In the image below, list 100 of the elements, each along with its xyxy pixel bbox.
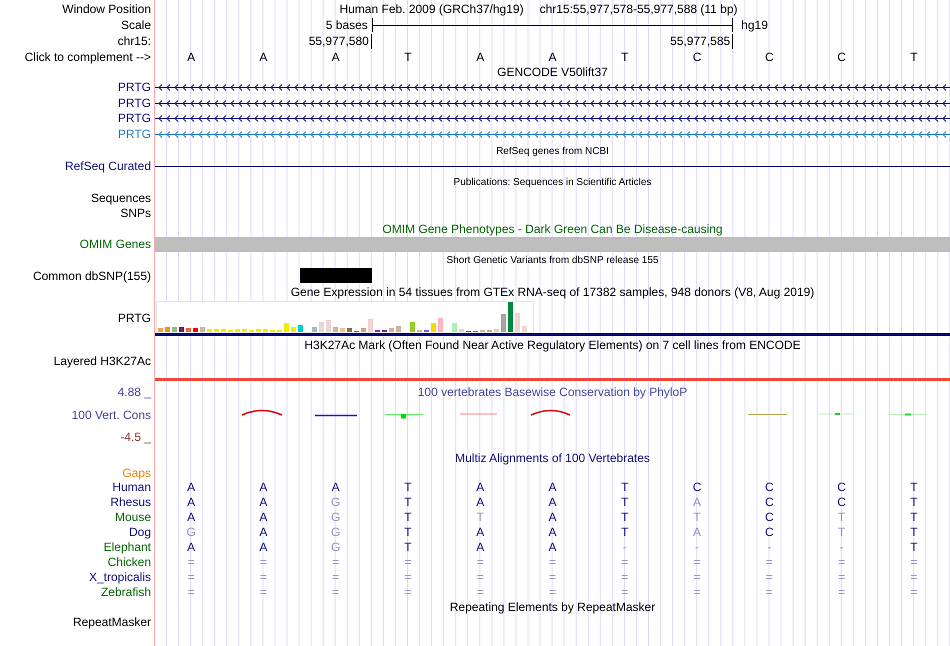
base-letter: - xyxy=(622,540,627,555)
expression-bar[interactable] xyxy=(431,323,436,332)
track-title: H3K27Ac Mark (Often Found Near Active Regulatory Elements) on 7 cell lines from ENCODE xyxy=(304,338,801,352)
expression-bar[interactable] xyxy=(326,320,331,332)
base-letter: C xyxy=(764,495,774,510)
expression-bar[interactable] xyxy=(508,302,513,332)
row-label: Scale xyxy=(120,18,151,32)
base-letter: = xyxy=(621,570,628,585)
track-label[interactable]: Dog xyxy=(128,525,151,540)
expression-bar[interactable] xyxy=(179,327,184,332)
base-letter: = xyxy=(694,585,701,600)
base-letter: = xyxy=(332,585,340,600)
expression-bar[interactable] xyxy=(389,328,394,332)
track-label[interactable]: SNPs xyxy=(120,206,151,221)
base-letter: = xyxy=(910,570,918,585)
expression-bar[interactable] xyxy=(207,329,212,332)
expression-bar[interactable] xyxy=(284,323,289,332)
track-label[interactable]: OMIM Genes xyxy=(80,237,151,252)
expression-bar[interactable] xyxy=(298,325,303,332)
expression-bar[interactable] xyxy=(501,314,506,332)
track-label[interactable]: RepeatMasker xyxy=(72,615,151,630)
base-letter: = xyxy=(910,585,918,600)
base-letter: T xyxy=(621,495,628,510)
track-label[interactable]: X_tropicalis xyxy=(88,570,151,585)
expression-bar[interactable] xyxy=(312,327,317,332)
expression-bar[interactable] xyxy=(242,329,247,332)
base-letter: T xyxy=(910,525,918,540)
base-letter: T xyxy=(693,510,701,525)
expression-bar[interactable] xyxy=(522,326,527,332)
expression-bar[interactable] xyxy=(340,328,345,332)
track-label[interactable]: Rhesus xyxy=(110,495,151,510)
track-label[interactable]: Common dbSNP(155) xyxy=(32,268,151,284)
track-label[interactable]: Mouse xyxy=(114,510,151,525)
gene-line[interactable] xyxy=(155,114,950,124)
track-label[interactable]: Zebrafish xyxy=(100,585,151,600)
track-label[interactable]: Sequences xyxy=(90,191,151,206)
expression-bar[interactable] xyxy=(368,319,373,332)
feature-bar[interactable] xyxy=(155,237,950,252)
expression-bar[interactable] xyxy=(494,329,499,332)
base-letter: G xyxy=(331,525,340,540)
base-letter: C xyxy=(692,480,702,495)
expression-bar[interactable] xyxy=(186,328,191,332)
track-label[interactable]: PRTG xyxy=(118,311,151,326)
track-label[interactable]: Elephant xyxy=(104,540,151,555)
base-letter[interactable]: A xyxy=(476,50,484,65)
base-letter[interactable]: A xyxy=(259,50,268,65)
base-letter[interactable]: A xyxy=(548,50,556,65)
gene-line[interactable] xyxy=(155,83,950,92)
base-letter: G xyxy=(331,510,340,525)
base-letter: A xyxy=(259,495,268,510)
expression-bar[interactable] xyxy=(361,328,366,332)
expression-bar[interactable] xyxy=(193,328,198,332)
base-letter[interactable]: T xyxy=(910,50,918,65)
track-label[interactable]: PRTG xyxy=(118,80,151,96)
expression-bar[interactable] xyxy=(263,329,268,332)
expression-bar[interactable] xyxy=(235,329,240,332)
base-letter[interactable]: C xyxy=(837,50,846,65)
expression-bar[interactable] xyxy=(158,328,163,332)
base-letter: C xyxy=(837,480,846,495)
base-letter: = xyxy=(910,555,918,570)
expression-bar[interactable] xyxy=(214,329,219,332)
track-label[interactable]: 100 Vert. Cons xyxy=(72,408,151,422)
coordinate-label: 55,977,585 xyxy=(670,34,730,49)
scale-span-label: 5 bases xyxy=(326,18,368,32)
expression-bar[interactable] xyxy=(333,327,338,332)
expression-bar[interactable] xyxy=(396,326,401,332)
track-label[interactable]: PRTG xyxy=(118,111,151,126)
base-letter: T xyxy=(621,525,628,540)
expression-bar[interactable] xyxy=(256,329,261,332)
expression-bar[interactable] xyxy=(410,322,415,332)
base-letter[interactable]: T xyxy=(404,50,412,65)
track-title: Multiz Alignments of 100 Vertebrates xyxy=(455,451,650,466)
expression-bar[interactable] xyxy=(165,327,170,332)
expression-bar[interactable] xyxy=(291,327,296,332)
base-letter: A xyxy=(259,525,268,540)
track-label[interactable]: PRTG xyxy=(118,126,151,142)
track-label[interactable]: Layered H3K27Ac xyxy=(54,354,151,369)
gene-line[interactable] xyxy=(155,98,950,108)
expression-bar[interactable] xyxy=(438,318,443,332)
track-label[interactable]: PRTG xyxy=(118,96,151,111)
expression-bar[interactable] xyxy=(459,329,464,332)
expression-bar[interactable] xyxy=(515,313,520,332)
base-letter: = xyxy=(838,555,846,570)
expression-bar[interactable] xyxy=(172,327,177,332)
axis-min-label: -4.5 _ xyxy=(120,430,151,445)
base-letter: = xyxy=(476,555,484,570)
base-letter[interactable]: C xyxy=(692,50,702,65)
variant-block[interactable] xyxy=(300,268,372,283)
expression-bar[interactable] xyxy=(221,329,226,332)
track-label[interactable]: RefSeq Curated xyxy=(64,159,151,174)
base-letter[interactable]: T xyxy=(621,50,628,65)
track-label[interactable]: Chicken xyxy=(108,555,151,570)
base-letter[interactable]: C xyxy=(764,50,774,65)
expression-bar[interactable] xyxy=(347,328,352,332)
base-letter[interactable]: A xyxy=(187,50,196,65)
track-label[interactable]: Human xyxy=(112,480,151,495)
expression-bar[interactable] xyxy=(452,323,457,332)
expression-bar[interactable] xyxy=(319,322,324,332)
expression-bar[interactable] xyxy=(200,327,205,332)
base-letter[interactable]: A xyxy=(332,50,340,65)
